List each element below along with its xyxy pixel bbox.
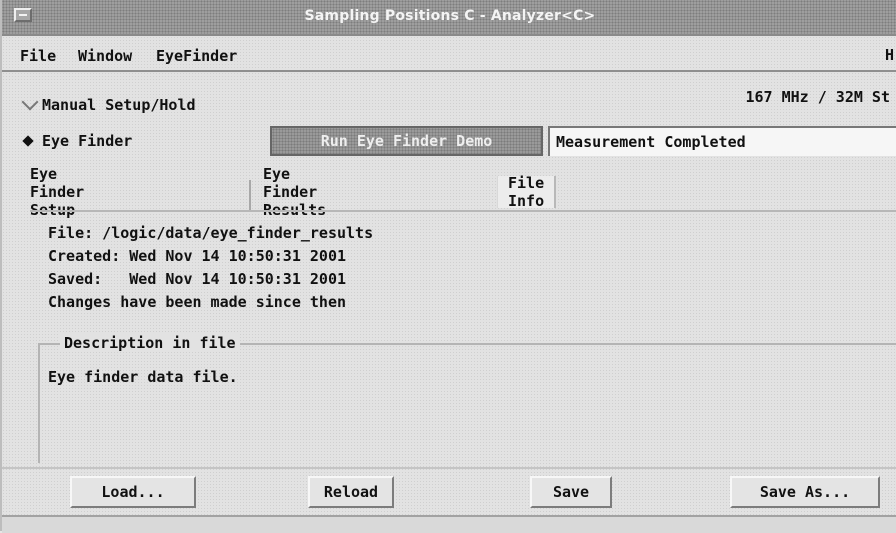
changes-line: Changes have been made since then [48, 293, 347, 311]
tab-divider-line [30, 210, 896, 212]
reload-button[interactable]: Reload [308, 476, 394, 508]
tab-eye-finder-setup[interactable]: Eye Finder Setup [30, 165, 84, 219]
tab-divider [249, 180, 251, 210]
load-button[interactable]: Load... [70, 476, 196, 508]
menu-help[interactable]: H [885, 46, 894, 64]
description-text[interactable]: Eye finder data file. [48, 368, 238, 386]
window-title: Sampling Positions C - Analyzer<C> [304, 8, 596, 24]
radio-unselected-icon [21, 93, 39, 111]
eye-finder-radio[interactable]: Eye Finder [22, 132, 133, 150]
manual-setup-hold-radio[interactable]: Manual Setup/Hold [21, 93, 196, 114]
button-area-separator [2, 467, 896, 469]
eye-finder-label: Eye Finder [42, 132, 133, 150]
tab-eye-finder-results[interactable]: Eye Finder Results [263, 165, 326, 219]
menu-file[interactable]: File [20, 47, 56, 65]
status-strip [2, 515, 896, 533]
tab-file-info[interactable]: File Info [497, 174, 557, 210]
description-legend: Description in file [60, 334, 240, 352]
created-line: Created: Wed Nov 14 10:50:31 2001 [48, 247, 347, 265]
sampling-positions-window: Sampling Positions C - Analyzer<C> File … [0, 0, 896, 533]
manual-setup-hold-label: Manual Setup/Hold [42, 96, 196, 114]
clock-depth-status: 167 MHz / 32M St [745, 88, 891, 106]
measurement-status-field: Measurement Completed [548, 126, 896, 156]
save-as-button[interactable]: Save As... [730, 476, 880, 508]
run-eye-finder-demo-button[interactable]: Run Eye Finder Demo [270, 126, 543, 156]
title-bar[interactable]: Sampling Positions C - Analyzer<C> [2, 0, 896, 36]
save-button[interactable]: Save [530, 476, 612, 508]
file-path-line: File: /logic/data/eye_finder_results [48, 224, 374, 242]
saved-line: Saved: Wed Nov 14 10:50:31 2001 [48, 270, 347, 288]
menu-eyefinder[interactable]: EyeFinder [156, 47, 237, 65]
radio-selected-icon [22, 135, 34, 147]
menu-window[interactable]: Window [78, 47, 132, 65]
menu-bar: File Window EyeFinder H [2, 36, 896, 72]
description-group [38, 343, 896, 463]
